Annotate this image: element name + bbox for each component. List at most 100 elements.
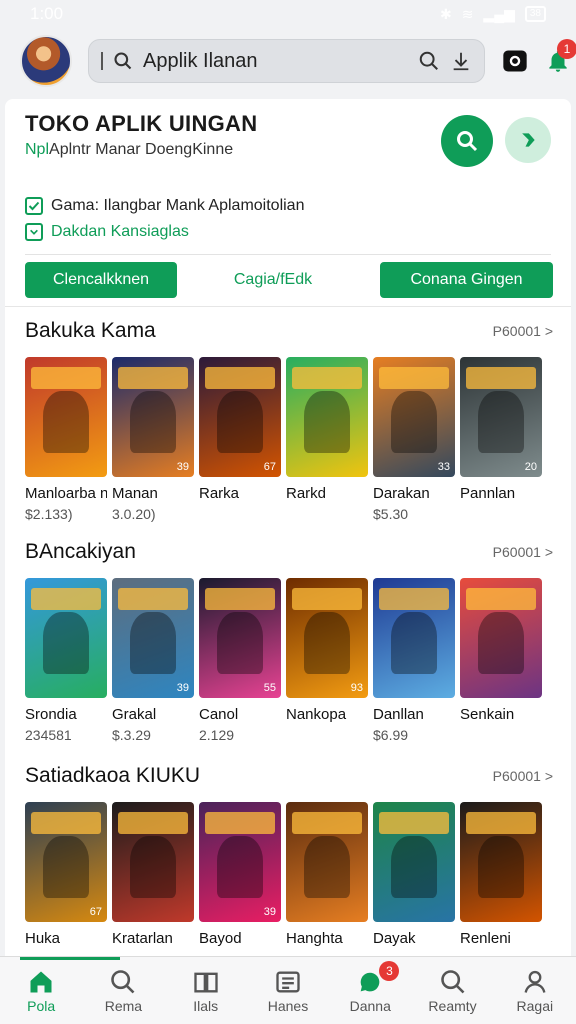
card-title: Hanghta [286,930,343,947]
nav-label: Hanes [267,997,309,1014]
game-logo-banner [31,367,101,389]
character-art [43,390,89,453]
card-title: Rarkd [286,485,327,502]
character-art [391,611,437,674]
character-art [304,611,350,674]
primary-button-1[interactable]: Clencalkknen [25,262,177,298]
game-card[interactable]: 93 Nankopa [286,578,368,743]
game-cover-image[interactable] [25,357,107,477]
primary-button-2[interactable]: Conana Gingen [380,262,553,298]
search-round-button[interactable] [441,115,493,167]
signal-icon: ▂▄▆ [483,5,515,22]
character-art [43,611,89,674]
see-more-link[interactable]: P60001 > [493,544,553,560]
nav-label: Rema [104,997,143,1014]
page-subtitle: NplAplntr Manar DoengKinne [25,141,233,159]
character-art [478,835,524,898]
game-card[interactable]: 67 Huka [25,802,107,951]
game-card[interactable]: Srondia 234581 [25,578,107,743]
game-cover-image[interactable]: 39 [199,802,281,922]
game-card[interactable]: Renleni [460,802,542,951]
game-cover-image[interactable] [373,578,455,698]
search-bar[interactable] [88,39,485,83]
voice-icon[interactable] [450,50,472,72]
game-cover-image[interactable]: 93 [286,578,368,698]
game-card[interactable]: 39 Bayod [199,802,281,951]
nav-item-6[interactable]: Ragai [494,957,576,1024]
game-cover-image[interactable]: 33 [373,357,455,477]
game-cover-image[interactable] [460,802,542,922]
nav-badge: 3 [379,961,400,981]
game-cover-image[interactable]: 39 [112,357,194,477]
game-card[interactable]: Senkain [460,578,542,743]
game-cover-image[interactable] [112,802,194,922]
game-cover-image[interactable] [286,357,368,477]
game-cover-image[interactable] [373,802,455,922]
character-art [304,835,350,898]
notification-button[interactable]: 1 [545,39,576,79]
books-icon [194,972,218,992]
game-cover-image[interactable]: 67 [25,802,107,922]
card-price: 2.129 [199,727,235,743]
checkbox-row-1[interactable]: Gama: Ilangbar Mank Aplamoitolian [25,197,304,215]
card-rating: 55 [263,682,276,694]
card-rating: 67 [89,906,102,918]
game-cover-image[interactable]: 67 [199,357,281,477]
card-title: Dayak [373,930,416,947]
search-icon [457,131,478,152]
game-cover-image[interactable] [25,578,107,698]
game-card[interactable]: Manloarba n $2.133) [25,357,107,522]
game-logo-banner [118,812,188,834]
nav-item-4[interactable]: 3 Danna [329,957,411,1024]
nav-item-2[interactable]: Ilals [165,957,247,1024]
game-card[interactable]: 20 Pannlan [460,357,542,522]
game-card[interactable]: Hanghta [286,802,368,951]
game-card[interactable]: Danllan $6.99 [373,578,455,743]
game-cover-image[interactable] [286,802,368,922]
battery-icon: 38 [524,6,546,22]
game-card[interactable]: 39 Manan 3.0.20) [112,357,194,522]
game-card[interactable]: 67 Rarka [199,357,281,522]
game-logo-banner [292,588,362,610]
nav-item-3[interactable]: Hanes [247,957,329,1024]
game-card[interactable]: Rarkd [286,357,368,522]
see-more-link[interactable]: P60001 > [493,768,553,784]
character-art [391,835,437,898]
section-title: Satiadkaoa KIUKU [25,764,201,787]
forward-round-button[interactable] [505,117,551,163]
game-logo-banner [379,812,449,834]
card-rating: 39 [263,906,276,918]
nav-item-0[interactable]: Pola [0,957,82,1024]
checkbox-icon[interactable] [25,223,43,241]
game-card[interactable]: Kratarlan [112,802,194,951]
checkbox-label-1: Gama: Ilangbar Mank Aplamoitolian [51,197,305,214]
game-logo-banner [118,588,188,610]
game-logo-banner [292,367,362,389]
search-submit-icon[interactable] [418,50,440,72]
camera-icon[interactable] [501,43,529,79]
see-more-link[interactable]: P60001 > [493,323,553,339]
checkbox-row-2[interactable]: Dakdan Kansiaglas [25,223,189,241]
card-row: Srondia 234581 39 Grakal $.3.29 55 Canol 2.129 9… [25,578,542,743]
game-cover-image[interactable]: 20 [460,357,542,477]
game-cover-image[interactable]: 39 [112,578,194,698]
avatar[interactable] [20,35,72,87]
character-art [217,835,263,898]
divider [25,254,551,255]
home-icon [30,971,52,992]
game-logo-banner [205,812,275,834]
card-title: Danllan [373,706,424,723]
card-title: Senkain [460,706,515,723]
game-cover-image[interactable]: 55 [199,578,281,698]
search-input[interactable] [143,49,408,73]
game-cover-image[interactable] [460,578,542,698]
text-button[interactable]: Cagia/fEdk [193,262,353,298]
character-art [478,611,524,674]
game-card[interactable]: 55 Canol 2.129 [199,578,281,743]
nav-item-1[interactable]: Rema [82,957,164,1024]
nav-item-5[interactable]: Reamty [411,957,493,1024]
game-card[interactable]: 33 Darakan $5.30 [373,357,455,522]
checkbox-checked-icon[interactable] [25,197,43,215]
game-card[interactable]: Dayak [373,802,455,951]
game-card[interactable]: 39 Grakal $.3.29 [112,578,194,743]
